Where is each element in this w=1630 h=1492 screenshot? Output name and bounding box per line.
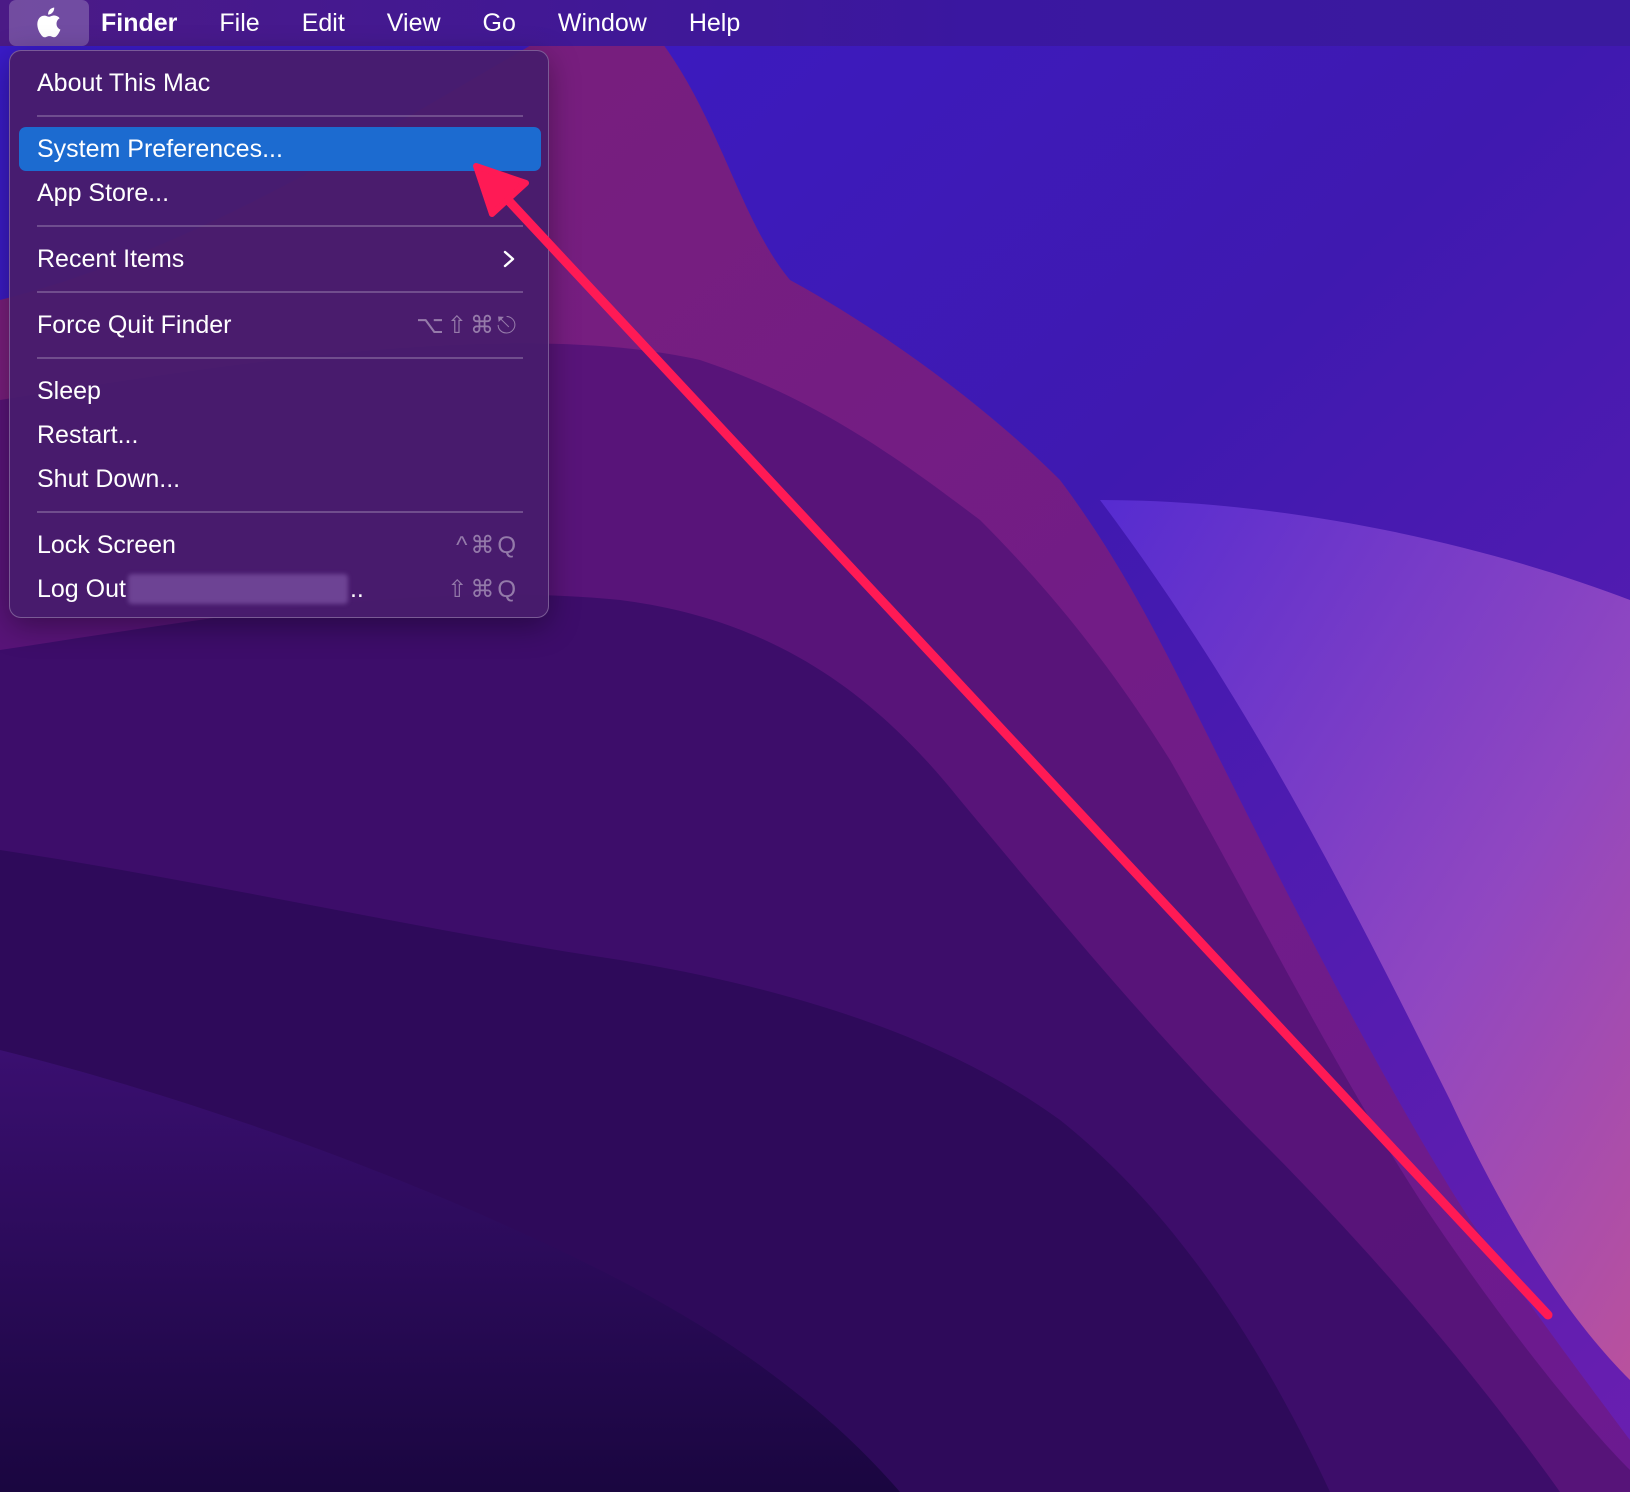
menu-bar: Finder File Edit View Go Window Help — [0, 0, 1630, 46]
menubar-file[interactable]: File — [198, 0, 280, 46]
menu-item-label: Restart... — [37, 420, 139, 449]
menu-item-label: Force Quit Finder — [37, 310, 232, 339]
menu-item-label: Log Out — [37, 574, 126, 603]
menu-separator — [37, 225, 523, 227]
menu-separator — [37, 115, 523, 117]
menu-item-label: App Store... — [37, 178, 170, 207]
menu-item-sleep[interactable]: Sleep — [19, 369, 541, 413]
menubar-window[interactable]: Window — [537, 0, 668, 46]
apple-menu-button[interactable] — [9, 0, 89, 46]
log-out-ellipsis: .. — [349, 574, 364, 603]
menu-item-app-store[interactable]: App Store... — [19, 171, 541, 215]
menu-item-label: Lock Screen — [37, 530, 176, 559]
chevron-right-icon — [503, 250, 515, 268]
menu-separator — [37, 291, 523, 293]
menu-item-system-preferences[interactable]: System Preferences... — [19, 127, 541, 171]
apple-menu-dropdown: About This Mac System Preferences... App… — [9, 50, 549, 618]
menu-item-recent-items[interactable]: Recent Items — [19, 237, 541, 281]
keyboard-shortcut: ⇧⌘Q — [447, 575, 519, 603]
menu-item-restart[interactable]: Restart... — [19, 413, 541, 457]
menu-item-label: System Preferences... — [37, 134, 283, 163]
menubar-help[interactable]: Help — [668, 0, 761, 46]
log-out-label-group: Log Out .. — [37, 574, 364, 604]
menubar-go[interactable]: Go — [462, 0, 537, 46]
menubar-finder[interactable]: Finder — [89, 0, 198, 46]
menu-separator — [37, 357, 523, 359]
keyboard-shortcut: ^⌘Q — [456, 531, 519, 559]
menu-item-label: About This Mac — [37, 68, 211, 97]
redacted-username — [127, 574, 348, 604]
menu-item-lock-screen[interactable]: Lock Screen ^⌘Q — [19, 523, 541, 567]
menubar-view[interactable]: View — [366, 0, 462, 46]
menubar-edit[interactable]: Edit — [281, 0, 366, 46]
menu-item-label: Shut Down... — [37, 464, 181, 493]
menu-separator — [37, 511, 523, 513]
menu-item-label: Sleep — [37, 376, 101, 405]
menu-item-force-quit[interactable]: Force Quit Finder ⌥⇧⌘⎋ — [19, 303, 541, 347]
apple-logo-icon — [37, 7, 61, 38]
menu-item-shut-down[interactable]: Shut Down... — [19, 457, 541, 501]
menu-item-label: Recent Items — [37, 244, 185, 273]
keyboard-shortcut: ⌥⇧⌘⎋ — [416, 311, 519, 339]
menu-item-log-out[interactable]: Log Out .. ⇧⌘Q — [19, 567, 541, 611]
menu-item-about-this-mac[interactable]: About This Mac — [19, 61, 541, 105]
